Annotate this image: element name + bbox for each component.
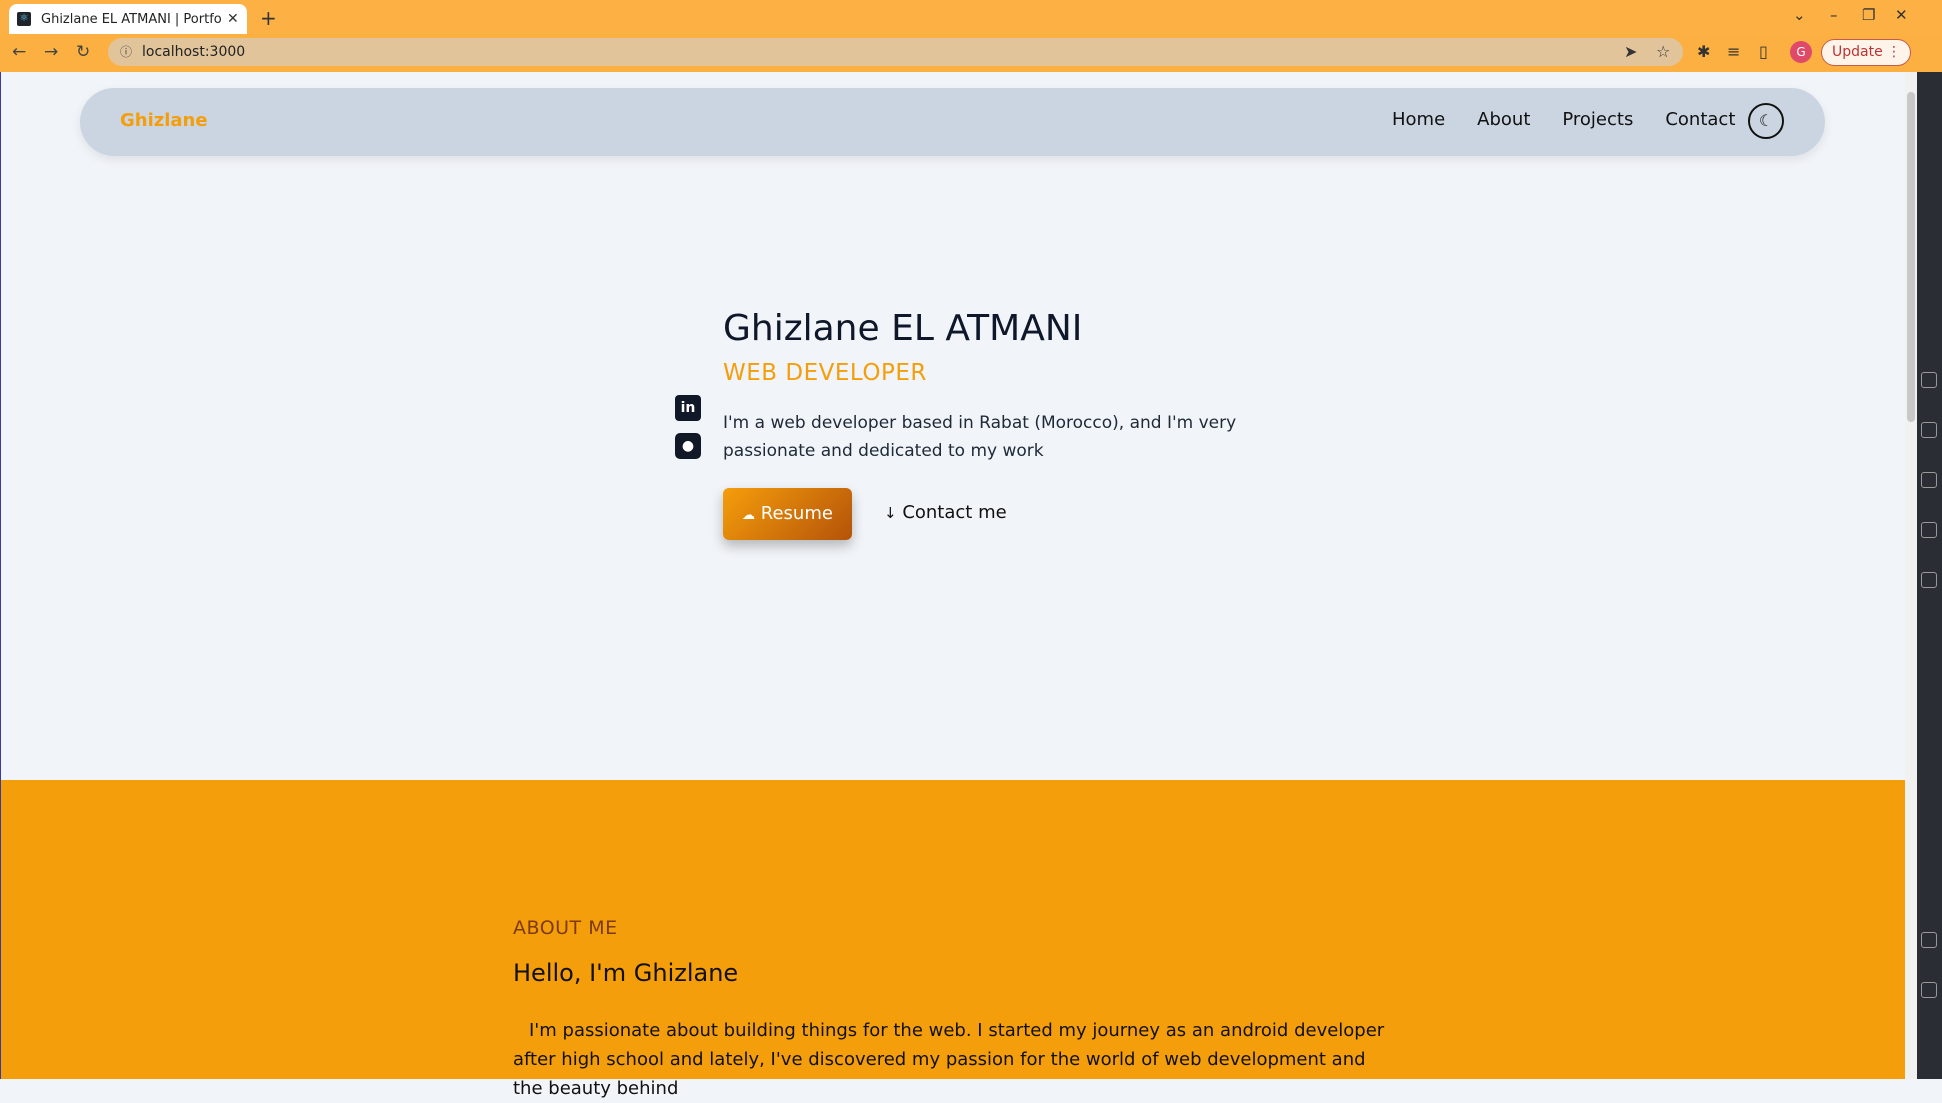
update-button[interactable]: Update ⋮ — [1821, 39, 1911, 66]
social-links: in ● — [675, 395, 701, 471]
contact-me-link[interactable]: ↓ Contact me — [884, 502, 1007, 523]
extensions-icon[interactable]: ✱ — [1697, 42, 1710, 61]
nav-about[interactable]: About — [1477, 109, 1530, 130]
hero-description: I'm a web developer based in Rabat (Moro… — [723, 413, 1237, 461]
scrollbar-thumb[interactable] — [1907, 92, 1915, 422]
search-icon — [1921, 422, 1937, 438]
settings-icon — [1921, 982, 1937, 998]
react-favicon-icon: ⚛ — [17, 12, 31, 26]
more-icon: ⋮ — [1887, 44, 1901, 60]
about-text: I'm passionate about building things for… — [513, 1020, 1385, 1099]
new-tab-icon[interactable]: + — [260, 6, 277, 30]
debug-icon — [1921, 522, 1937, 538]
extensions-panel-icon — [1921, 572, 1937, 588]
contact-me-label: Contact me — [902, 502, 1007, 523]
hero-role: WEB DEVELOPER — [723, 360, 927, 386]
resume-label: Resume — [760, 503, 833, 524]
editor-side-strip — [1917, 72, 1942, 1079]
url-text: localhost:3000 — [142, 44, 246, 60]
arrow-down-icon: ↓ — [884, 504, 897, 522]
reload-icon[interactable]: ↻ — [76, 42, 90, 62]
forward-icon[interactable]: → — [44, 42, 58, 62]
about-section: ABOUT ME Hello, I'm Ghizlane I'm passion… — [1, 780, 1905, 1099]
minimize-icon[interactable]: – — [1830, 6, 1838, 24]
tab-search-icon[interactable]: ⌄ — [1793, 6, 1806, 24]
about-title: Hello, I'm Ghizlane — [513, 959, 739, 987]
github-icon[interactable]: ● — [675, 433, 701, 459]
media-icon[interactable]: ≡ — [1727, 42, 1740, 61]
about-label: ABOUT ME — [513, 917, 618, 939]
address-bar[interactable]: ⓘ localhost:3000 — [108, 38, 1683, 66]
files-icon — [1921, 372, 1937, 388]
nav-links: Home About Projects Contact — [1392, 109, 1735, 130]
bookmark-star-icon[interactable]: ☆ — [1656, 42, 1670, 61]
side-panel-icon[interactable]: ▯ — [1759, 42, 1768, 61]
cloud-download-icon: ☁ — [742, 508, 756, 523]
nav-home[interactable]: Home — [1392, 109, 1445, 130]
source-control-icon — [1921, 472, 1937, 488]
resume-button[interactable]: ☁ Resume — [723, 488, 852, 540]
hero-name: Ghizlane EL ATMANI — [723, 308, 1083, 349]
linkedin-icon[interactable]: in — [675, 395, 701, 421]
send-icon[interactable]: ➤ — [1624, 42, 1637, 61]
brand-logo[interactable]: Ghizlane — [120, 110, 208, 131]
nav-projects[interactable]: Projects — [1562, 109, 1633, 130]
tab-title: Ghizlane EL ATMANI | Portfolio — [41, 11, 221, 27]
site-navbar: Ghizlane Home About Projects Contact ☾ — [80, 88, 1825, 156]
close-window-icon[interactable]: ✕ — [1895, 6, 1908, 24]
browser-tab-bar: ⚛ Ghizlane EL ATMANI | Portfolio ✕ + ⌄ –… — [0, 0, 1942, 34]
profile-avatar[interactable]: G — [1790, 41, 1812, 63]
back-icon[interactable]: ← — [12, 42, 26, 62]
account-icon — [1921, 932, 1937, 948]
theme-toggle-moon-icon[interactable]: ☾ — [1748, 103, 1784, 139]
site-info-icon[interactable]: ⓘ — [120, 38, 132, 66]
nav-contact[interactable]: Contact — [1665, 109, 1735, 130]
close-tab-icon[interactable]: ✕ — [227, 11, 239, 27]
restore-icon[interactable]: ❐ — [1862, 6, 1875, 24]
update-label: Update — [1832, 44, 1883, 60]
browser-tab[interactable]: ⚛ Ghizlane EL ATMANI | Portfolio ✕ — [9, 4, 247, 34]
